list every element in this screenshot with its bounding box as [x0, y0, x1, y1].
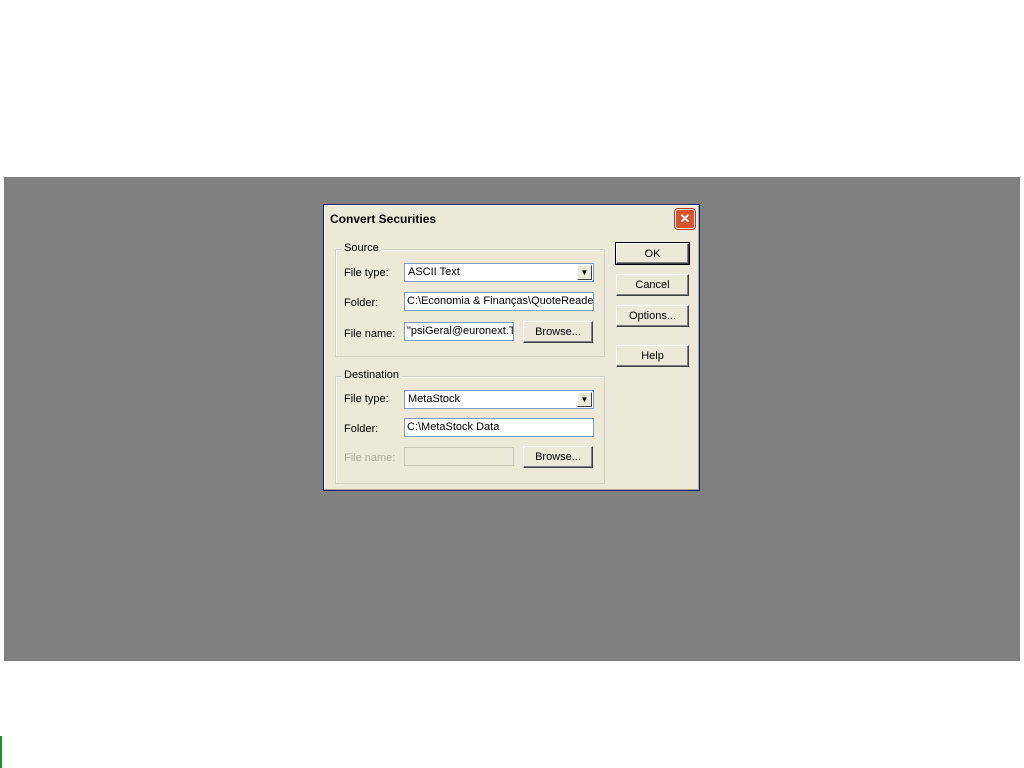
- cancel-button[interactable]: Cancel: [616, 274, 689, 296]
- chevron-down-icon[interactable]: ▼: [577, 392, 592, 407]
- source-legend: Source: [342, 242, 381, 254]
- source-browse-button[interactable]: Browse...: [523, 321, 593, 343]
- help-button[interactable]: Help: [616, 345, 689, 367]
- options-label: Options...: [628, 310, 677, 322]
- source-file-type-select[interactable]: ASCII Text ▼: [404, 263, 594, 282]
- convert-securities-dialog: Convert Securities ✕ Source File type: A…: [323, 204, 700, 491]
- destination-file-type-label: File type:: [344, 393, 389, 405]
- desktop: Convert Securities ✕ Source File type: A…: [0, 0, 1024, 768]
- destination-file-type-value: MetaStock: [408, 393, 460, 405]
- source-folder-value: C:\Economia & Finanças\QuoteReader: [407, 295, 594, 307]
- help-label: Help: [641, 350, 664, 362]
- destination-folder-label: Folder:: [344, 423, 379, 435]
- chevron-down-icon[interactable]: ▼: [577, 265, 592, 280]
- destination-browse-label: Browse...: [535, 451, 581, 463]
- destination-legend: Destination: [342, 369, 402, 381]
- dialog-titlebar[interactable]: Convert Securities ✕: [325, 206, 698, 232]
- destination-file-name-label: File name:: [344, 452, 396, 464]
- source-file-name-input[interactable]: "psiGeral@euronext.T: [404, 322, 514, 341]
- ok-button[interactable]: OK: [615, 242, 690, 265]
- destination-file-type-select[interactable]: MetaStock ▼: [404, 390, 594, 409]
- source-file-type-value: ASCII Text: [408, 266, 460, 278]
- destination-browse-button[interactable]: Browse...: [523, 446, 593, 468]
- dialog-title: Convert Securities: [330, 212, 437, 226]
- options-button[interactable]: Options...: [616, 305, 689, 327]
- taskbar-edge: [0, 736, 2, 768]
- cancel-label: Cancel: [635, 279, 670, 291]
- ok-label: OK: [644, 248, 661, 260]
- close-icon[interactable]: ✕: [675, 209, 695, 229]
- destination-folder-value: C:\MetaStock Data: [407, 421, 500, 433]
- source-browse-label: Browse...: [535, 326, 581, 338]
- source-file-name-label: File name:: [344, 328, 396, 340]
- source-file-type-label: File type:: [344, 267, 389, 279]
- destination-folder-input[interactable]: C:\MetaStock Data: [404, 418, 594, 437]
- source-folder-input[interactable]: C:\Economia & Finanças\QuoteReader: [404, 292, 594, 311]
- destination-file-name-input: [404, 447, 514, 466]
- source-file-name-value: "psiGeral@euronext.T: [407, 325, 514, 337]
- source-folder-label: Folder:: [344, 297, 379, 309]
